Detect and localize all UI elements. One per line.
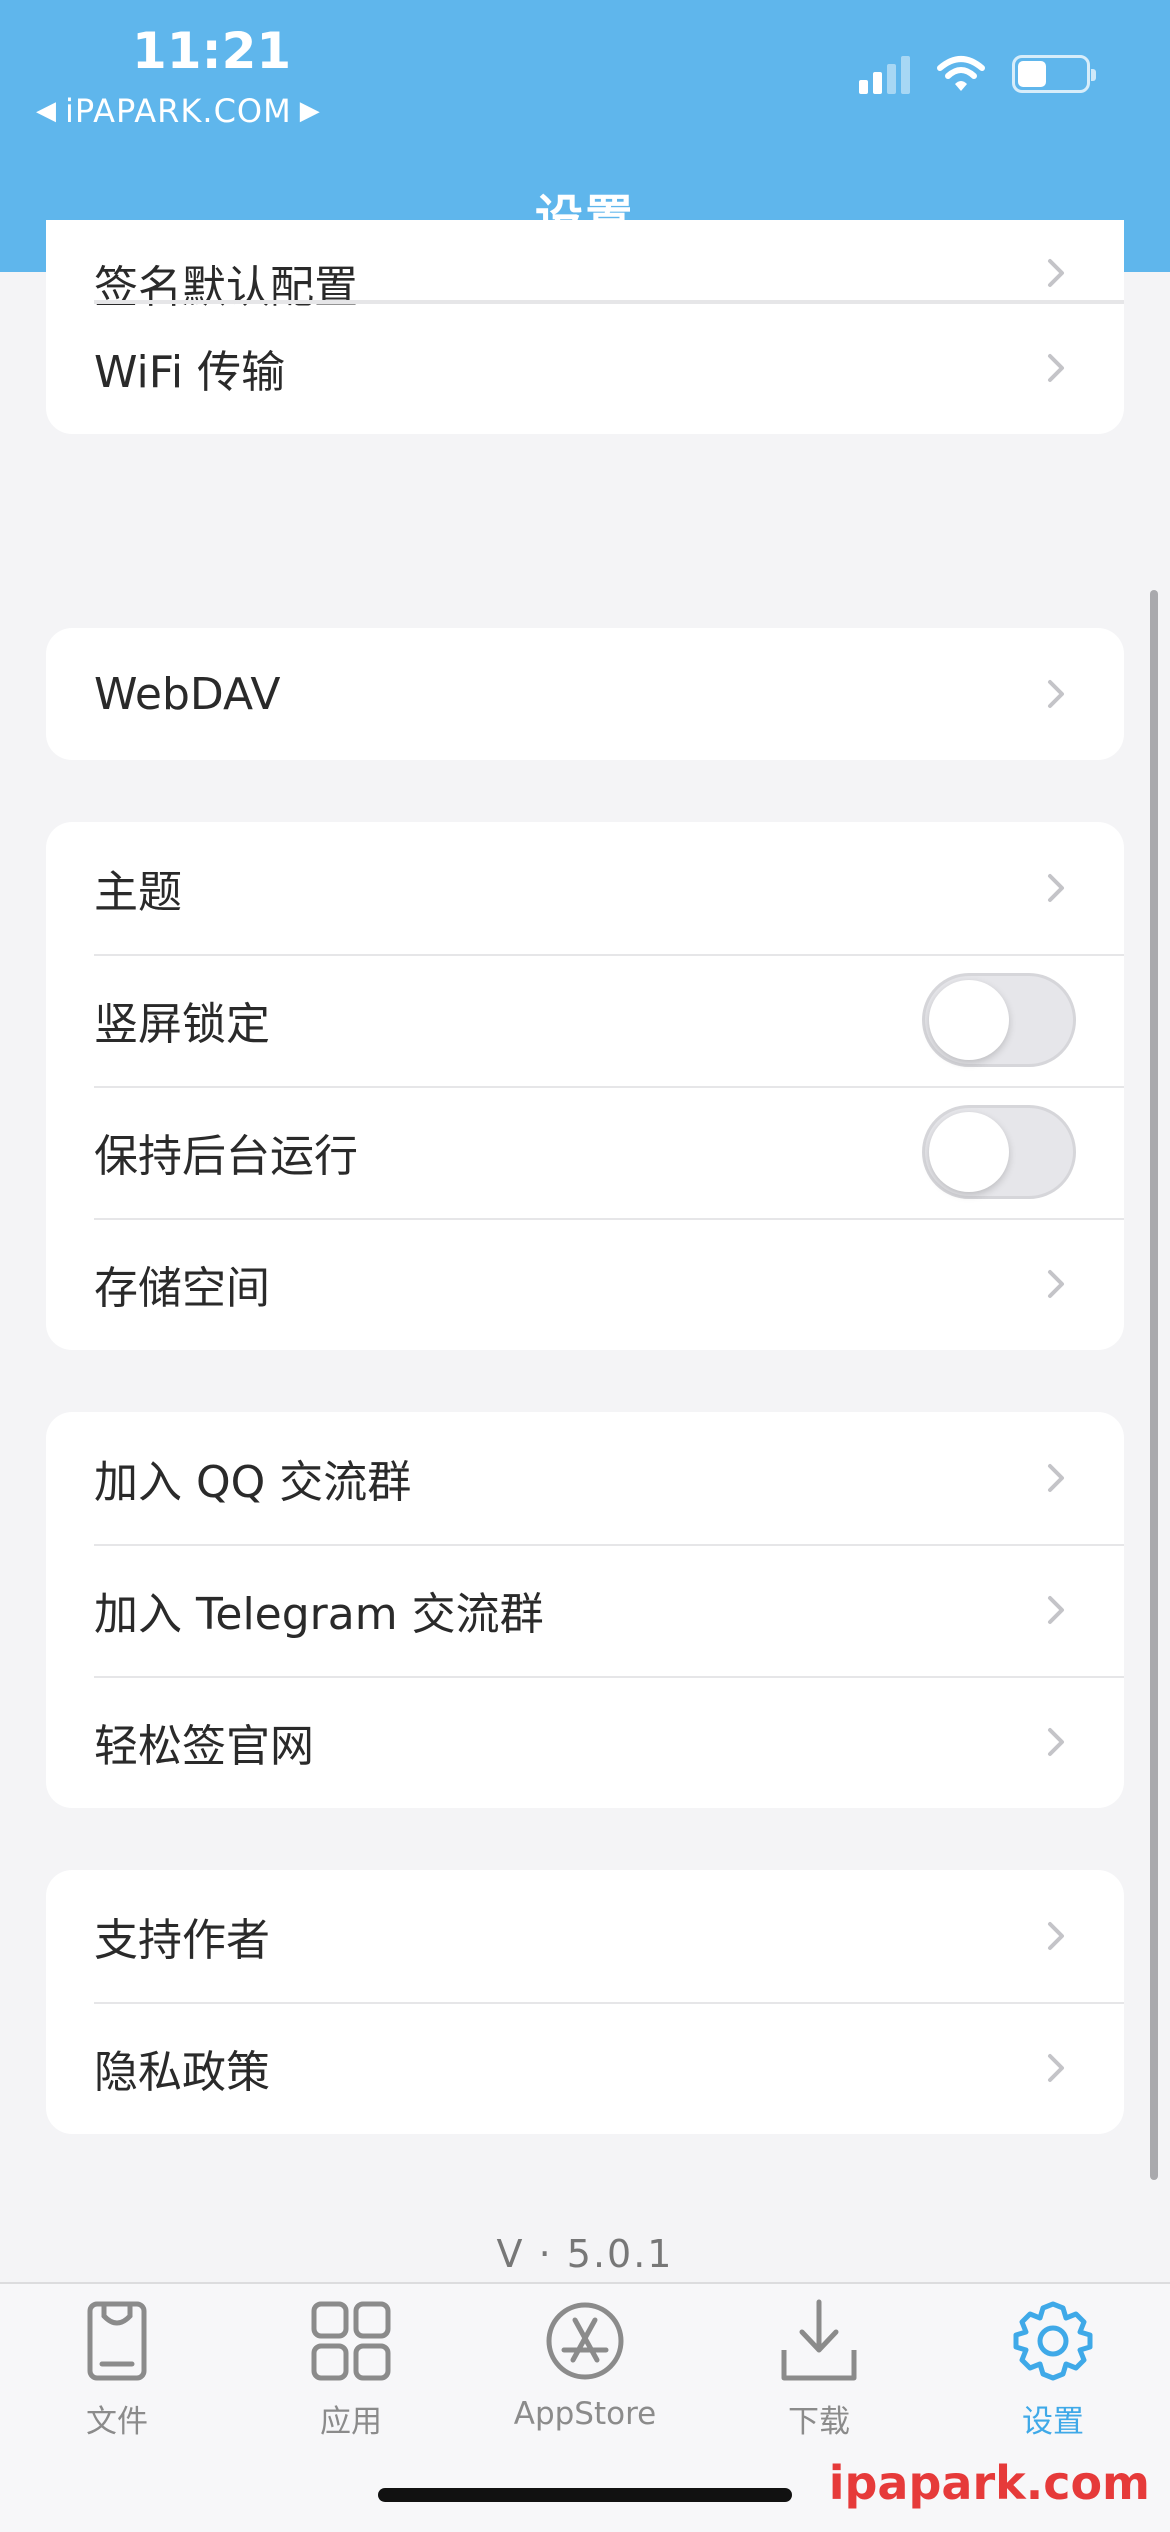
chevron-right-icon bbox=[1048, 259, 1064, 288]
row-label: 保持后台运行 bbox=[94, 1131, 358, 1182]
chevron-right-icon bbox=[1048, 1464, 1064, 1492]
row-wifi-transfer[interactable]: WiFi 传输 bbox=[46, 302, 1124, 434]
row-sign-default-config[interactable]: 签名默认配置 bbox=[46, 220, 1124, 313]
wifi-icon bbox=[937, 56, 985, 91]
row-privacy-policy[interactable]: 隐私政策 bbox=[46, 2002, 1124, 2134]
toggle-knob bbox=[929, 980, 1009, 1060]
home-indicator[interactable] bbox=[378, 2488, 792, 2502]
scrollbar[interactable] bbox=[1150, 590, 1158, 2180]
back-link-label: iPAPARK.COM bbox=[65, 92, 292, 130]
status-icons bbox=[859, 54, 1096, 94]
gear-icon bbox=[1013, 2301, 1093, 2381]
tab-downloads[interactable]: 下载 bbox=[702, 2298, 936, 2441]
row-label: 支持作者 bbox=[94, 1915, 270, 1966]
tab-appstore[interactable]: AppStore bbox=[468, 2298, 702, 2432]
chevron-right-icon bbox=[1048, 2054, 1064, 2082]
row-label: WiFi 传输 bbox=[94, 347, 286, 398]
row-official-site[interactable]: 轻松签官网 bbox=[46, 1676, 1124, 1808]
row-label: WebDAV bbox=[94, 668, 281, 720]
download-icon bbox=[781, 2299, 857, 2381]
tab-label: 文件 bbox=[86, 2404, 148, 2440]
row-join-telegram-group[interactable]: 加入 Telegram 交流群 bbox=[46, 1544, 1124, 1676]
settings-group-webdav: WebDAV bbox=[46, 628, 1124, 760]
settings-group-community: 加入 QQ 交流群 加入 Telegram 交流群 轻松签官网 bbox=[46, 1412, 1124, 1808]
keep-background-toggle[interactable] bbox=[922, 1105, 1076, 1199]
row-label: 主题 bbox=[94, 867, 182, 918]
tab-apps[interactable]: 应用 bbox=[234, 2298, 468, 2441]
row-support-author[interactable]: 支持作者 bbox=[46, 1870, 1124, 2002]
chevron-right-icon bbox=[1048, 1596, 1064, 1624]
settings-group-signing: 签名默认配置 WiFi 传输 bbox=[46, 220, 1124, 434]
settings-group-general: 主题 竖屏锁定 保持后台运行 存储空间 bbox=[46, 822, 1124, 1350]
row-label: 存储空间 bbox=[94, 1263, 270, 1314]
cellular-signal-icon bbox=[859, 54, 910, 94]
top-divider bbox=[94, 300, 1124, 302]
file-icon bbox=[87, 2301, 147, 2381]
forward-triangle-icon: ▶ bbox=[299, 96, 321, 126]
tab-label: AppStore bbox=[513, 2396, 657, 2432]
watermark-logo: ipapark.com bbox=[828, 2456, 1150, 2510]
row-label: 轻松签官网 bbox=[94, 1721, 314, 1772]
chevron-right-icon bbox=[1048, 874, 1064, 902]
chevron-right-icon bbox=[1048, 680, 1064, 708]
row-storage[interactable]: 存储空间 bbox=[46, 1218, 1124, 1350]
toggle-knob bbox=[929, 1112, 1009, 1192]
chevron-right-icon bbox=[1048, 354, 1064, 382]
tab-label: 应用 bbox=[320, 2404, 382, 2440]
settings-group-about: 支持作者 隐私政策 bbox=[46, 1870, 1124, 2134]
row-theme[interactable]: 主题 bbox=[46, 822, 1124, 954]
version-label: V · 5.0.1 bbox=[496, 2232, 674, 2276]
battery-icon bbox=[1012, 55, 1096, 93]
row-portrait-lock: 竖屏锁定 bbox=[46, 954, 1124, 1086]
row-keep-background: 保持后台运行 bbox=[46, 1086, 1124, 1218]
back-triangle-icon: ◀ bbox=[36, 96, 57, 126]
status-time: 11:21 bbox=[132, 22, 292, 80]
tab-files[interactable]: 文件 bbox=[0, 2298, 234, 2441]
row-webdav[interactable]: WebDAV bbox=[46, 628, 1124, 760]
tab-label: 设置 bbox=[1022, 2404, 1084, 2440]
chevron-right-icon bbox=[1048, 1270, 1064, 1298]
row-label: 加入 QQ 交流群 bbox=[94, 1457, 412, 1508]
appstore-icon bbox=[546, 2302, 624, 2380]
chevron-right-icon bbox=[1048, 1728, 1064, 1756]
back-to-app-link[interactable]: ◀ iPAPARK.COM ▶ bbox=[36, 92, 321, 130]
portrait-lock-toggle[interactable] bbox=[922, 973, 1076, 1067]
row-join-qq-group[interactable]: 加入 QQ 交流群 bbox=[46, 1412, 1124, 1544]
tab-label: 下载 bbox=[788, 2404, 850, 2440]
row-label: 隐私政策 bbox=[94, 2047, 270, 2098]
apps-grid-icon bbox=[311, 2301, 391, 2381]
row-label: 竖屏锁定 bbox=[94, 999, 270, 1050]
screen: 11:21 ◀ iPAPARK.COM ▶ 设置 签名默认配置 WiFi 传输 bbox=[0, 0, 1170, 2532]
chevron-right-icon bbox=[1048, 1922, 1064, 1950]
row-label: 加入 Telegram 交流群 bbox=[94, 1589, 544, 1640]
tab-settings[interactable]: 设置 bbox=[936, 2298, 1170, 2441]
